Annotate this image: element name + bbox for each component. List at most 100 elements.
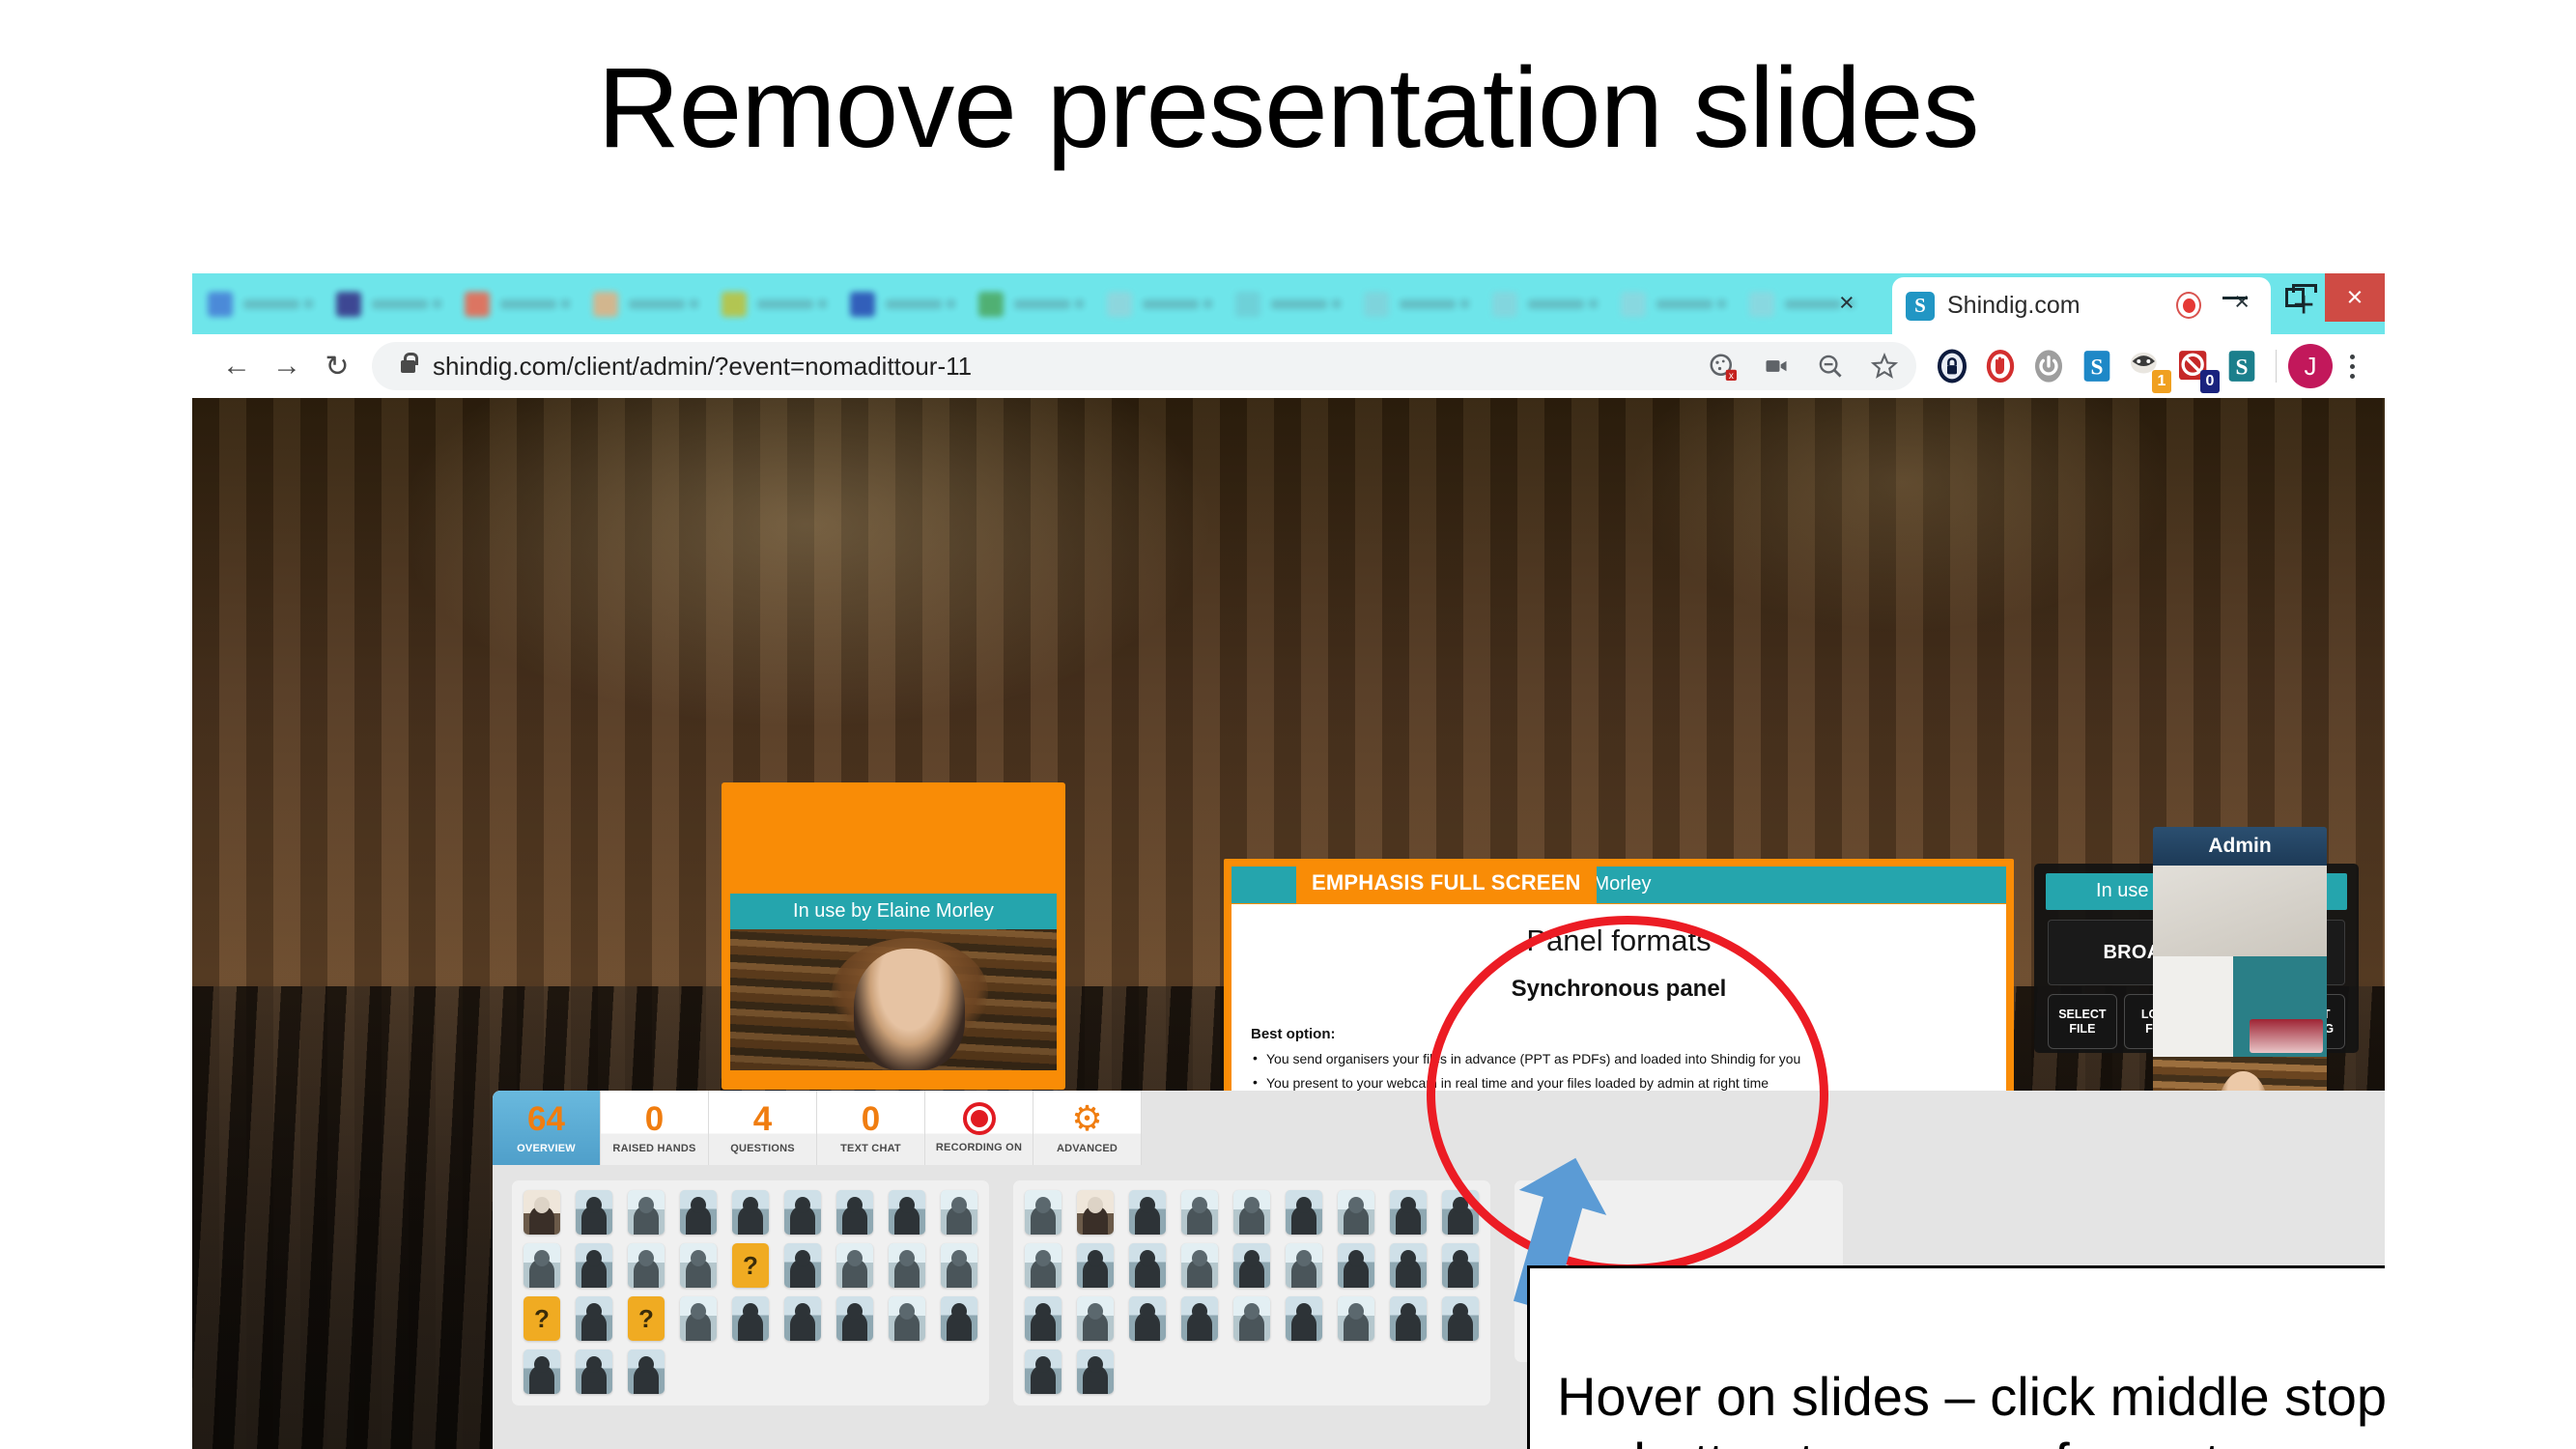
background-tab[interactable] xyxy=(192,279,321,329)
background-tab[interactable] xyxy=(706,279,835,329)
participant-thumb[interactable] xyxy=(1181,1190,1218,1235)
background-tab[interactable] xyxy=(963,279,1091,329)
participant-thumb[interactable] xyxy=(1338,1243,1374,1288)
video-tile-room[interactable] xyxy=(2153,956,2327,1057)
power-toggle-icon[interactable] xyxy=(2026,344,2071,388)
chrome-menu-button[interactable] xyxy=(2333,344,2371,388)
adblocker-icon[interactable]: 0 xyxy=(2171,344,2220,393)
participant-thumb[interactable] xyxy=(1338,1190,1374,1235)
participant-grid-two[interactable] xyxy=(1013,1180,1490,1406)
window-maximize-button[interactable] xyxy=(2265,273,2325,322)
participant-thumb[interactable] xyxy=(576,1350,612,1394)
participant-thumb[interactable] xyxy=(1442,1190,1479,1235)
participant-thumb[interactable] xyxy=(1181,1243,1218,1288)
tab-close-icon[interactable] xyxy=(1717,298,1726,308)
shindig-alt-icon[interactable]: S xyxy=(2220,344,2264,388)
address-bar[interactable]: shindig.com/client/admin/?event=nomaditt… xyxy=(372,342,1916,390)
participant-thumb[interactable] xyxy=(1286,1190,1322,1235)
participant-thumb[interactable] xyxy=(1181,1296,1218,1341)
participant-thumb[interactable] xyxy=(836,1190,873,1235)
participant-thumb[interactable] xyxy=(889,1296,925,1341)
badger-privacy-icon[interactable]: 1 xyxy=(2123,344,2171,393)
reload-button[interactable]: ↻ xyxy=(312,341,362,391)
background-tab[interactable] xyxy=(321,279,449,329)
select-file-button[interactable]: SELECT FILE xyxy=(2048,994,2117,1049)
tab-close-icon[interactable] xyxy=(433,298,441,308)
tab-close-icon[interactable] xyxy=(561,298,570,308)
tab-close-icon[interactable] xyxy=(947,298,955,308)
tab-recording-icon[interactable] xyxy=(2176,292,2201,319)
video-tile-blank[interactable] xyxy=(2153,866,2327,956)
participant-thumb[interactable] xyxy=(1286,1243,1322,1288)
tab-close-icon[interactable] xyxy=(818,298,827,308)
tab-close-icon[interactable] xyxy=(1589,298,1598,308)
participant-thumb-placeholder[interactable]: ? xyxy=(732,1243,769,1288)
participant-thumb[interactable] xyxy=(1390,1190,1427,1235)
participant-thumb[interactable] xyxy=(680,1243,717,1288)
participant-thumb[interactable] xyxy=(784,1190,821,1235)
participant-thumb[interactable] xyxy=(1233,1190,1270,1235)
participant-thumb[interactable] xyxy=(1025,1243,1062,1288)
participant-thumb[interactable] xyxy=(836,1243,873,1288)
participant-thumb[interactable] xyxy=(628,1350,665,1394)
participant-thumb[interactable] xyxy=(524,1243,560,1288)
participant-thumb[interactable] xyxy=(1129,1296,1166,1341)
participant-thumb[interactable] xyxy=(836,1296,873,1341)
stat-raised-hands[interactable]: 0 RAISED HANDS xyxy=(601,1091,709,1165)
background-tab[interactable] xyxy=(578,279,706,329)
participant-thumb[interactable] xyxy=(784,1243,821,1288)
participant-thumb-placeholder[interactable]: ? xyxy=(628,1296,665,1341)
tab-close-icon[interactable] xyxy=(1203,298,1212,308)
participant-grid-one[interactable]: ??? xyxy=(512,1180,989,1406)
stat-advanced[interactable]: ⚙ ADVANCED xyxy=(1033,1091,1142,1165)
participant-thumb[interactable] xyxy=(680,1190,717,1235)
participant-thumb[interactable] xyxy=(1025,1296,1062,1341)
stat-questions[interactable]: 4 QUESTIONS xyxy=(709,1091,817,1165)
participant-thumb[interactable] xyxy=(732,1190,769,1235)
cookie-blocked-icon[interactable]: x xyxy=(1696,342,1748,390)
participant-thumb-placeholder[interactable]: ? xyxy=(524,1296,560,1341)
lock-extension-icon[interactable] xyxy=(1930,344,1974,388)
tab-close-icon[interactable] xyxy=(1460,298,1469,308)
participant-thumb[interactable] xyxy=(889,1190,925,1235)
background-tab[interactable] xyxy=(1477,279,1605,329)
tab-close-icon[interactable] xyxy=(1075,298,1084,308)
participant-thumb[interactable] xyxy=(1025,1190,1062,1235)
background-tab[interactable] xyxy=(1605,279,1734,329)
profile-avatar[interactable]: J xyxy=(2288,344,2333,388)
participant-thumb[interactable] xyxy=(1338,1296,1374,1341)
participant-thumb[interactable] xyxy=(1025,1350,1062,1394)
stat-recording-on[interactable]: RECORDING ON xyxy=(925,1091,1033,1165)
participant-thumb[interactable] xyxy=(1442,1296,1479,1341)
zoom-out-icon[interactable] xyxy=(1804,342,1856,390)
bookmark-star-icon[interactable] xyxy=(1858,342,1911,390)
participant-thumb[interactable] xyxy=(628,1190,665,1235)
background-tab[interactable] xyxy=(835,279,963,329)
adjacent-tab-close-icon[interactable]: × xyxy=(1839,290,1854,316)
participant-thumb[interactable] xyxy=(576,1190,612,1235)
forward-button[interactable]: → xyxy=(262,341,312,391)
background-tabs[interactable] xyxy=(192,273,1862,334)
participant-thumb[interactable] xyxy=(1442,1243,1479,1288)
background-tab[interactable] xyxy=(1220,279,1348,329)
participant-thumb[interactable] xyxy=(576,1296,612,1341)
participant-thumb[interactable] xyxy=(524,1350,560,1394)
participant-thumb[interactable] xyxy=(524,1190,560,1235)
background-tab[interactable] xyxy=(1091,279,1220,329)
participant-thumb[interactable] xyxy=(1286,1296,1322,1341)
tab-close-icon[interactable] xyxy=(690,298,698,308)
shindig-extension-icon[interactable]: S xyxy=(2075,344,2119,388)
participant-thumb[interactable] xyxy=(732,1296,769,1341)
tab-close-icon[interactable] xyxy=(1332,298,1341,308)
stop-hand-icon[interactable] xyxy=(1978,344,2023,388)
participant-thumb[interactable] xyxy=(889,1243,925,1288)
window-close-button[interactable]: × xyxy=(2325,273,2385,322)
participant-thumb[interactable] xyxy=(1077,1243,1114,1288)
participant-thumb[interactable] xyxy=(576,1243,612,1288)
emphasis-full-screen-tag[interactable]: EMPHASIS FULL SCREEN xyxy=(1296,863,1597,904)
participant-thumb[interactable] xyxy=(784,1296,821,1341)
video-camera-icon[interactable] xyxy=(1750,342,1802,390)
participant-thumb[interactable] xyxy=(1233,1243,1270,1288)
participant-thumb[interactable] xyxy=(1390,1296,1427,1341)
stat-text-chat[interactable]: 0 TEXT CHAT xyxy=(817,1091,925,1165)
